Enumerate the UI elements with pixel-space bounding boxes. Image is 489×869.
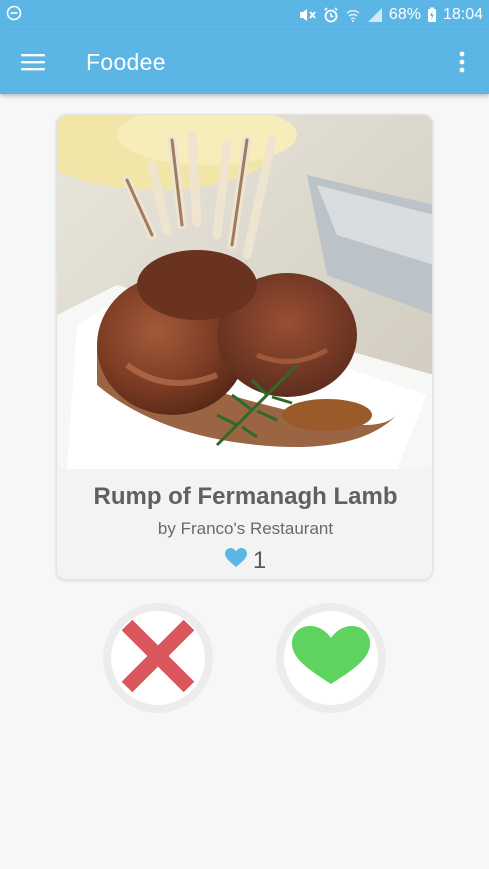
dish-photo [57, 115, 432, 469]
battery-icon [427, 7, 437, 23]
hamburger-menu-icon[interactable] [15, 44, 51, 80]
food-card[interactable]: Rump of Fermanagh Lamb by Franco's Resta… [56, 114, 433, 580]
restaurant-name: by Franco's Restaurant [157, 519, 334, 538]
app-title: Foodee [86, 48, 166, 75]
heart-icon [224, 547, 247, 575]
reject-button-face [111, 611, 205, 705]
status-bar: 68% 18:04 [0, 0, 489, 30]
reject-button[interactable] [103, 603, 213, 713]
dish-title: Rump of Fermanagh Lamb [93, 483, 398, 510]
mute-icon [299, 7, 317, 23]
like-button-face [284, 611, 378, 705]
battery-percent: 68% [388, 6, 421, 23]
dnd-icon [6, 5, 22, 26]
likes-row: 1 [57, 547, 432, 575]
heart-icon [292, 625, 370, 691]
like-count: 1 [252, 547, 267, 574]
close-icon [119, 617, 197, 700]
clock: 18:04 [442, 6, 483, 23]
dish-info: Rump of Fermanagh Lamb by Franco's Resta… [57, 471, 432, 579]
like-button[interactable] [276, 603, 386, 713]
signal-icon [367, 7, 383, 23]
more-vert-icon[interactable] [447, 42, 477, 82]
alarm-icon [323, 7, 339, 23]
app-bar: Foodee [0, 30, 489, 94]
wifi-icon [345, 7, 361, 23]
